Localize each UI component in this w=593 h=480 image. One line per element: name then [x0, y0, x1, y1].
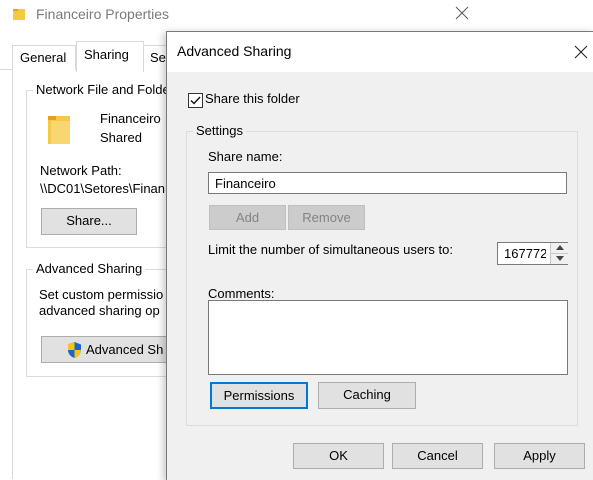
remove-button-label: Remove	[302, 210, 351, 225]
share-name-label: Share name:	[208, 149, 283, 164]
network-sharing-group: Network File and Folde Financeiro Shared…	[26, 82, 188, 248]
tab-sharing-label: Sharing	[84, 47, 129, 62]
advanced-sharing-group: Advanced Sharing Set custom permissio ad…	[26, 261, 191, 377]
advanced-sharing-description-2: advanced sharing op	[39, 303, 160, 318]
caching-button-label: Caching	[343, 387, 391, 402]
folder-icon	[13, 9, 25, 20]
properties-titlebar: Financeiro Properties	[0, 0, 481, 30]
advanced-sharing-group-title: Advanced Sharing	[33, 261, 146, 276]
settings-group-title: Settings	[193, 123, 246, 138]
permissions-button-label: Permissions	[223, 388, 295, 403]
user-limit-label: Limit the number of simultaneous users t…	[208, 242, 453, 257]
share-this-folder-label[interactable]: Share this folder	[205, 91, 300, 106]
user-limit-stepper[interactable]: 16777216	[497, 242, 568, 265]
tab-sharing[interactable]: Sharing	[76, 41, 144, 72]
folder-icon	[48, 116, 70, 144]
ok-button[interactable]: OK	[293, 443, 384, 469]
tab-security-label: Se	[150, 50, 166, 65]
network-sharing-group-title: Network File and Folde	[33, 82, 173, 97]
dialog-title: Advanced Sharing	[177, 43, 292, 59]
spin-up-icon[interactable]	[550, 243, 568, 254]
folder-status: Shared	[100, 130, 142, 145]
properties-title: Financeiro Properties	[36, 6, 170, 22]
tab-general-label: General	[20, 50, 67, 65]
comments-textarea[interactable]	[208, 300, 568, 375]
advanced-sharing-dialog: Advanced Sharing Share this folder Setti…	[166, 31, 593, 480]
close-icon[interactable]	[452, 3, 472, 23]
close-icon[interactable]	[574, 45, 588, 59]
add-button-label: Add	[235, 210, 260, 225]
comments-label: Comments:	[208, 286, 275, 301]
apply-button[interactable]: Apply	[494, 443, 585, 469]
cancel-button[interactable]: Cancel	[392, 443, 483, 469]
share-button-label: Share...	[66, 213, 112, 228]
share-button[interactable]: Share...	[41, 208, 137, 235]
caching-button[interactable]: Caching	[318, 382, 416, 409]
add-button[interactable]: Add	[209, 205, 286, 230]
remove-button[interactable]: Remove	[288, 205, 365, 230]
network-path-value: \\DC01\Setores\Finan	[40, 181, 166, 196]
share-name-value: Financeiro	[215, 176, 276, 191]
network-path-label: Network Path:	[40, 163, 122, 178]
spin-down-icon[interactable]	[550, 254, 568, 264]
tab-general[interactable]: General	[12, 45, 76, 70]
user-limit-value: 16777216	[504, 246, 546, 261]
dialog-titlebar: Advanced Sharing	[167, 32, 593, 72]
uac-shield-icon	[68, 342, 81, 358]
share-this-folder-checkbox[interactable]	[188, 93, 203, 108]
apply-button-label: Apply	[523, 448, 556, 463]
ok-button-label: OK	[329, 448, 348, 463]
permissions-button[interactable]: Permissions	[210, 382, 308, 409]
advanced-sharing-open-button-label: Advanced Sh	[86, 342, 164, 357]
folder-name: Financeiro	[100, 111, 161, 126]
share-name-input[interactable]: Financeiro	[208, 172, 567, 194]
cancel-button-label: Cancel	[417, 448, 458, 463]
checkmark-icon	[190, 96, 201, 105]
advanced-sharing-description-1: Set custom permissio	[39, 287, 164, 302]
